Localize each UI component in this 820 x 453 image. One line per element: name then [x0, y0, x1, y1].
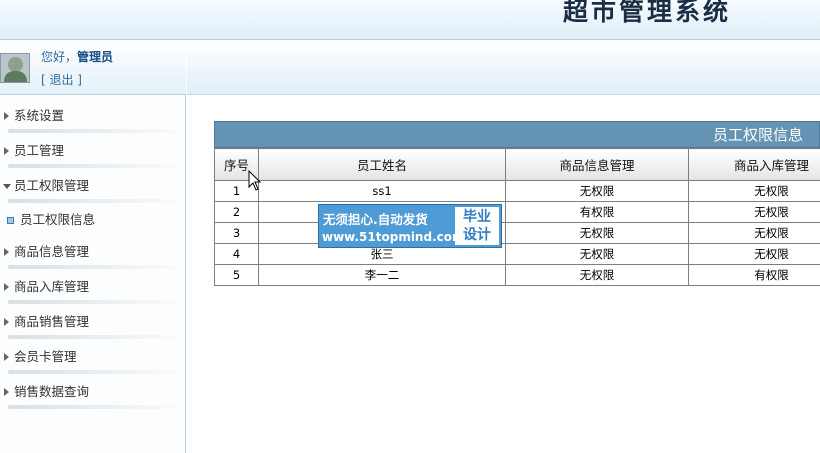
bullet-square-icon	[7, 217, 14, 224]
watermark-overlay: 无须担心.自动发货 www.51topmind.com 毕业 设计	[318, 204, 502, 248]
app-title: 超市管理系统	[563, 0, 732, 26]
sidebar-item-label: 商品入库管理	[14, 279, 90, 294]
cell-product-info-permission[interactable]: 无权限	[505, 222, 689, 244]
cell-index: 2	[214, 201, 259, 223]
sidebar-item-label: 商品信息管理	[14, 244, 90, 259]
watermark-badge-line1: 毕业	[463, 209, 491, 225]
chevron-right-icon	[4, 388, 9, 396]
user-panel: 您好，管理员 [ 退出 ]	[0, 40, 186, 95]
cell-product-info-permission[interactable]: 有权限	[505, 201, 689, 223]
cell-product-info-permission[interactable]: 无权限	[505, 180, 689, 202]
sidebar-item-sales-query[interactable]: 销售数据查询	[0, 376, 186, 411]
mouse-cursor-icon	[248, 170, 262, 191]
sidebar-item-label: 员工管理	[14, 143, 65, 158]
cell-stock-in-permission[interactable]: 无权限	[688, 243, 820, 265]
watermark-badge: 毕业 设计	[455, 207, 499, 245]
permission-table: 序号 员工姓名 商品信息管理 商品入库管理 1 ss1 无权限 无权限 2 有权…	[214, 148, 820, 286]
cell-product-info-permission[interactable]: 无权限	[505, 243, 689, 265]
cell-stock-in-permission[interactable]: 无权限	[688, 222, 820, 244]
sidebar-item-product-stock-in[interactable]: 商品入库管理	[0, 271, 186, 306]
sidebar-item-product-sales[interactable]: 商品销售管理	[0, 306, 186, 341]
watermark-text-line1: 无须担心.自动发货	[323, 212, 428, 227]
sidebar-item-label: 员工权限管理	[14, 178, 90, 193]
column-header-stock-in-permission[interactable]: 商品入库管理	[688, 148, 820, 181]
main-content: 员工权限信息 序号 员工姓名 商品信息管理 商品入库管理 1 ss1 无权限 无…	[187, 40, 820, 453]
sidebar-item-permission-management[interactable]: 员工权限管理	[0, 170, 186, 205]
sidebar-item-label: 系统设置	[14, 108, 65, 123]
sidebar-item-label: 会员卡管理	[14, 349, 77, 364]
sidebar-subitem-permission-info[interactable]: 员工权限信息	[0, 205, 186, 236]
cell-product-info-permission[interactable]: 无权限	[505, 264, 689, 286]
cell-stock-in-permission[interactable]: 无权限	[688, 180, 820, 202]
chevron-right-icon	[4, 112, 9, 120]
chevron-right-icon	[4, 283, 9, 291]
table-row[interactable]: 4 张三 无权限 无权限	[214, 243, 820, 265]
table-row[interactable]: 1 ss1 无权限 无权限	[214, 180, 820, 202]
logout-link[interactable]: [ 退出 ]	[41, 71, 82, 88]
cell-index: 5	[214, 264, 259, 286]
chevron-right-icon	[4, 147, 9, 155]
user-name: 管理员	[77, 50, 114, 64]
cell-index: 3	[214, 222, 259, 244]
cell-employee-name: 李一二	[258, 264, 506, 286]
sidebar-item-system-settings[interactable]: 系统设置	[0, 100, 186, 135]
cell-index: 4	[214, 243, 259, 265]
cell-stock-in-permission[interactable]: 无权限	[688, 201, 820, 223]
table-row[interactable]: 2 有权限 无权限	[214, 201, 820, 223]
panel-title: 员工权限信息	[214, 121, 820, 148]
avatar	[0, 53, 30, 83]
sidebar: 您好，管理员 [ 退出 ] 系统设置 员工管理 员工权限管理 员工权限信息 商品…	[0, 40, 186, 453]
cell-employee-name: ss1	[258, 180, 506, 202]
sidebar-item-label: 商品销售管理	[14, 314, 90, 329]
watermark-text-line2: www.51topmind.com	[322, 230, 465, 244]
sidebar-item-employee-management[interactable]: 员工管理	[0, 135, 186, 170]
column-header-employee-name[interactable]: 员工姓名	[258, 148, 506, 181]
sidebar-item-label: 销售数据查询	[14, 384, 90, 399]
sidebar-item-product-info[interactable]: 商品信息管理	[0, 236, 186, 271]
top-banner: 超市管理系统	[0, 0, 820, 40]
sidebar-item-member-card[interactable]: 会员卡管理	[0, 341, 186, 376]
chevron-right-icon	[4, 318, 9, 326]
greeting-text: 您好，	[41, 50, 78, 64]
greeting: 您好，管理员	[41, 48, 113, 65]
table-row[interactable]: 3 无权限 无权限	[214, 222, 820, 244]
watermark-badge-line2: 设计	[463, 227, 491, 243]
column-header-product-info-permission[interactable]: 商品信息管理	[505, 148, 689, 181]
chevron-right-icon	[4, 248, 9, 256]
chevron-down-icon	[3, 184, 11, 189]
table-header-row: 序号 员工姓名 商品信息管理 商品入库管理	[214, 148, 820, 181]
cell-stock-in-permission[interactable]: 有权限	[688, 264, 820, 286]
chevron-right-icon	[4, 353, 9, 361]
table-row[interactable]: 5 李一二 无权限 有权限	[214, 264, 820, 286]
main-header-bar	[187, 40, 820, 95]
sidebar-menu: 系统设置 员工管理 员工权限管理 员工权限信息 商品信息管理 商品入库管理 商品…	[0, 100, 186, 411]
sidebar-item-label: 员工权限信息	[20, 212, 96, 227]
